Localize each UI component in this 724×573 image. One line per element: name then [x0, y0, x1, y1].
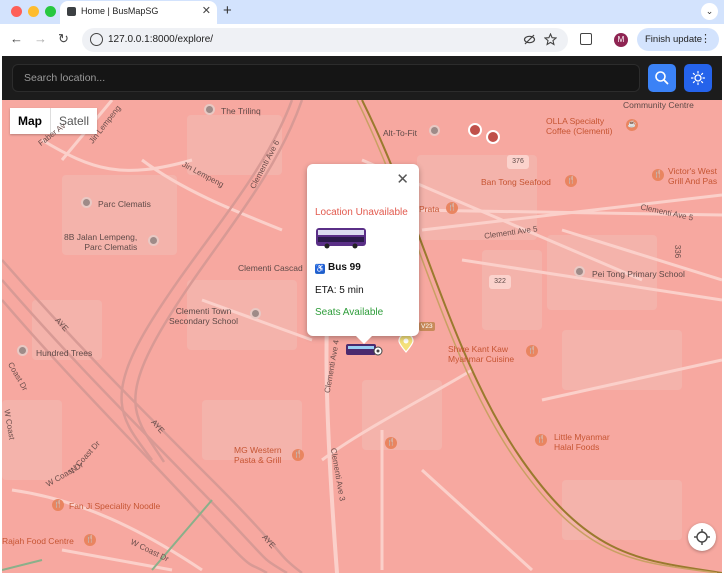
bus-info-window: ✕ Location Unavailable ♿ Bus 99 ETA: 5 mi…	[307, 164, 419, 344]
place-marker-icon[interactable]	[429, 125, 440, 136]
place-label-peitong[interactable]: Pei Tong Primary School	[592, 269, 685, 279]
restaurant-marker-icon[interactable]: 🍴	[526, 345, 538, 357]
browser-menu-icon[interactable]: ⋮	[700, 32, 711, 46]
back-button[interactable]: ←	[10, 31, 23, 47]
place-marker-icon[interactable]	[204, 104, 215, 115]
place-label-parc[interactable]: Parc Clematis	[98, 199, 151, 209]
restaurant-marker-icon[interactable]: 🍴	[565, 175, 577, 187]
forward-button[interactable]: →	[34, 31, 47, 47]
reload-button[interactable]: ↻	[58, 31, 69, 47]
cafe-marker-icon[interactable]: ☕	[626, 119, 638, 131]
bus-stop-marker-icon[interactable]	[486, 130, 500, 144]
restaurant-marker-icon[interactable]: 🍴	[535, 434, 547, 446]
place-label-bantong[interactable]: Ban Tong Seafood	[481, 177, 551, 187]
place-label-jalan[interactable]: 8B Jalan Lempeng, Parc Clematis	[64, 232, 137, 252]
place-label-clementi-town[interactable]: Clementi Town Secondary School	[169, 306, 238, 326]
seat-availability: Seats Available	[315, 307, 384, 318]
bookmark-star-icon[interactable]	[543, 32, 558, 50]
tracking-protection-icon[interactable]	[523, 33, 536, 50]
tab-home[interactable]: Home | BusMapSG ✕	[60, 1, 217, 24]
building-number: 336	[673, 244, 683, 259]
tab-close-icon[interactable]: ✕	[202, 5, 211, 18]
search-icon	[655, 71, 669, 85]
browser-toolbar: ← → ↻ 127.0.0.1:8000/explore/ M Finish u…	[0, 24, 724, 56]
tab-search-button[interactable]: ⌄	[701, 3, 718, 20]
place-marker-icon[interactable]	[17, 345, 28, 356]
place-label-community[interactable]: Community Centre	[623, 100, 694, 110]
restaurant-marker-icon[interactable]: 🍴	[385, 437, 397, 449]
search-location-input[interactable]	[12, 64, 640, 92]
place-label-rajah[interactable]: Rajah Food Centre	[2, 536, 74, 546]
app-header	[2, 56, 722, 100]
tab-strip: Home | BusMapSG ✕ + ⌄	[0, 0, 724, 24]
location-status: Location Unavailable	[315, 207, 408, 218]
restaurant-marker-icon[interactable]: 🍴	[52, 499, 64, 511]
building-number: 322	[489, 275, 511, 289]
finish-update-label: Finish update	[645, 34, 703, 45]
bus-stop-marker-icon[interactable]	[468, 123, 482, 137]
maximize-window-button[interactable]	[45, 6, 56, 17]
address-bar[interactable]: 127.0.0.1:8000/explore/	[82, 28, 568, 52]
restaurant-marker-icon[interactable]: 🍴	[652, 169, 664, 181]
minimize-window-button[interactable]	[28, 6, 39, 17]
wheelchair-accessible-icon: ♿	[315, 264, 325, 274]
place-marker-icon[interactable]	[81, 197, 92, 208]
recenter-map-button[interactable]	[688, 523, 716, 551]
bus-label: Bus 99	[328, 262, 361, 273]
finish-update-button[interactable]: Finish update ⋮	[637, 28, 719, 51]
place-label-cascadia[interactable]: Clementi Cascad	[238, 263, 303, 273]
bus-image-icon	[316, 228, 366, 249]
place-label-hundred[interactable]: Hundred Trees	[36, 348, 92, 358]
restaurant-marker-icon[interactable]: 🍴	[84, 534, 96, 546]
tab-title: Home | BusMapSG	[81, 6, 159, 16]
place-label-olla[interactable]: OLLA Specialty Coffee (Clementi)	[546, 116, 612, 136]
building-number: 376	[507, 155, 529, 169]
map-type-map-button[interactable]: Map	[10, 108, 50, 134]
place-label-little-myanmar[interactable]: Little Myanmar Halal Foods	[554, 432, 610, 452]
search-button[interactable]	[648, 64, 676, 92]
close-window-button[interactable]	[11, 6, 22, 17]
bus-number: ♿ Bus 99	[315, 262, 361, 274]
new-tab-button[interactable]: +	[223, 2, 232, 20]
url-text[interactable]: 127.0.0.1:8000/explore/	[108, 34, 213, 45]
sun-icon	[690, 70, 706, 86]
bus-marker-icon[interactable]	[345, 342, 383, 358]
place-label-shwe[interactable]: Shwe Kant Kaw Myanmar Cuisine	[448, 344, 514, 364]
place-label-altofit[interactable]: Alt-To-Fit	[383, 128, 417, 138]
user-location-pin-icon[interactable]	[398, 335, 414, 353]
place-label-mgwestern[interactable]: MG Western Pasta & Grill	[234, 445, 282, 465]
theme-toggle-button[interactable]	[684, 64, 712, 92]
restaurant-marker-icon[interactable]: 🍴	[292, 449, 304, 461]
restaurant-marker-icon[interactable]: 🍴	[446, 202, 458, 214]
profile-avatar[interactable]: M	[614, 33, 628, 47]
extensions-icon[interactable]	[580, 33, 592, 45]
bus-favicon-icon	[67, 7, 76, 16]
browser-window: Home | BusMapSG ✕ + ⌄ ← → ↻ 127.0.0.1:80…	[0, 0, 724, 573]
place-label-prata[interactable]: Prata	[419, 204, 439, 214]
site-info-icon[interactable]	[90, 33, 103, 46]
bus-eta: ETA: 5 min	[315, 285, 364, 296]
school-marker-icon[interactable]	[250, 308, 261, 319]
route-shield: V23	[419, 322, 435, 331]
place-label-victors[interactable]: Victor's West Grill And Pas	[668, 166, 717, 186]
crosshair-icon	[694, 529, 710, 545]
place-label-fanji[interactable]: Fan Ji Speciality Noodle	[69, 501, 160, 511]
close-popup-icon[interactable]: ✕	[396, 172, 409, 188]
school-marker-icon[interactable]	[574, 266, 585, 277]
place-label-trilinq[interactable]: The Trilinq	[221, 106, 261, 116]
place-marker-icon[interactable]	[148, 235, 159, 246]
